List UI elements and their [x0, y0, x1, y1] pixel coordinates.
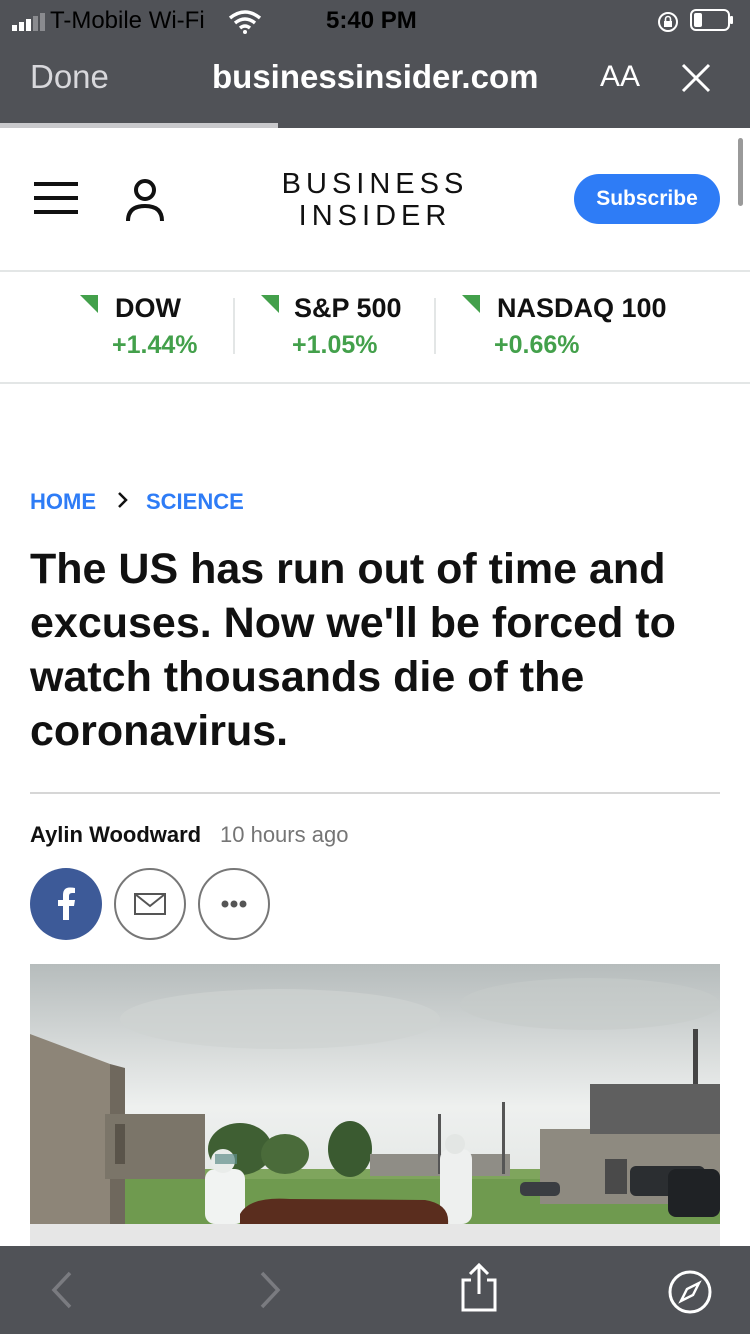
carrier-label: T-Mobile Wi-Fi — [50, 7, 205, 34]
facebook-icon — [58, 887, 75, 920]
email-share-button[interactable] — [114, 868, 186, 940]
share-icon[interactable] — [456, 1262, 502, 1314]
logo-line-1: BUSINESS — [281, 168, 469, 200]
headline-divider — [30, 792, 720, 794]
page-load-progress-fill — [0, 123, 278, 128]
status-time: 5:40 PM — [326, 7, 417, 34]
ticker-up-icon — [80, 295, 98, 313]
ticker-divider-bottom — [0, 382, 750, 384]
ticker-change-nasdaq: +0.66% — [494, 331, 580, 359]
ticker-separator — [233, 298, 235, 354]
more-share-button[interactable] — [198, 868, 270, 940]
ticker-up-icon — [462, 295, 480, 313]
site-logo[interactable]: BUSINESS INSIDER — [270, 168, 480, 232]
close-icon[interactable] — [680, 62, 712, 94]
logo-line-2: INSIDER — [298, 200, 452, 232]
article-hero-image — [30, 964, 720, 1224]
hamburger-menu-icon[interactable] — [34, 182, 78, 214]
ticker-name-dow: DOW — [115, 293, 181, 323]
ticker-name-nasdaq: NASDAQ 100 — [497, 293, 667, 323]
chevron-right-icon — [118, 492, 128, 508]
url-field[interactable]: businessinsider.com — [212, 58, 538, 96]
signal-strength-icon — [12, 13, 45, 31]
ticker-name-sp500: S&P 500 — [294, 293, 402, 323]
mail-icon — [134, 893, 166, 915]
breadcrumb-science[interactable]: SCIENCE — [146, 489, 244, 515]
text-size-button[interactable]: AA — [600, 60, 640, 94]
browser-bottom-toolbar — [0, 1246, 750, 1334]
author-name[interactable]: Aylin Woodward — [30, 822, 201, 848]
ticker-change-sp500: +1.05% — [292, 331, 378, 359]
publish-time: 10 hours ago — [220, 822, 349, 847]
more-icon — [221, 900, 247, 908]
ticker-divider-top — [0, 270, 750, 272]
done-button[interactable]: Done — [30, 58, 109, 96]
scroll-indicator — [738, 138, 743, 206]
battery-icon — [690, 9, 733, 31]
image-caption-strip — [30, 1224, 720, 1246]
facebook-share-button[interactable] — [30, 868, 102, 940]
rotation-lock-icon — [658, 12, 678, 32]
forward-icon[interactable] — [256, 1270, 284, 1310]
compass-icon[interactable] — [666, 1268, 714, 1316]
account-icon[interactable] — [124, 178, 166, 224]
ticker-up-icon — [261, 295, 279, 313]
article-headline: The US has run out of time and excuses. … — [30, 545, 676, 755]
ticker-separator — [434, 298, 436, 354]
subscribe-button[interactable]: Subscribe — [574, 174, 720, 224]
ticker-change-dow: +1.44% — [112, 331, 198, 359]
wifi-icon — [228, 10, 262, 34]
breadcrumb-home[interactable]: HOME — [30, 489, 96, 515]
back-icon[interactable] — [48, 1270, 76, 1310]
